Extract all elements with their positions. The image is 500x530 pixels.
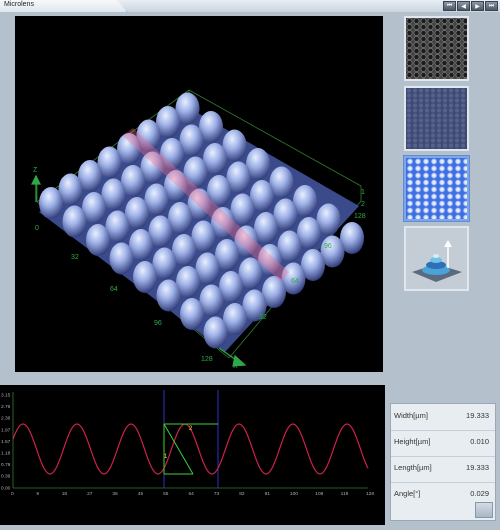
profile-x-tick: 9 <box>36 491 39 497</box>
profile-svg: 3.152.762.361.971.571.180.790.390.000 9 18… <box>1 390 374 497</box>
y-tick: 64 <box>291 278 299 285</box>
length-value: 19.333 <box>466 463 489 472</box>
3d-view-thumbnail[interactable] <box>404 226 469 291</box>
length-label: Length[µm] <box>394 463 432 472</box>
3d-surface-plot: Z X 0 32 64 96 128 32 64 96 128 1 2 <box>31 89 366 370</box>
window-nav-buttons: ⏮ ◀ ▶ ⏭ <box>443 1 498 11</box>
profile-y-tick: 0.00 <box>1 485 11 491</box>
optical-image-thumbnail[interactable] <box>404 86 469 151</box>
profile-x-tick: 36 <box>112 491 118 497</box>
profile-y-tick: 1.57 <box>1 439 11 445</box>
profile-x-tick: 45 <box>138 491 144 497</box>
profile-y-tick: 2.76 <box>1 404 11 410</box>
microlens-bump <box>39 187 63 219</box>
measurement-panel: Width[µm] 19.333 Height[µm] 0.010 Length… <box>390 403 496 521</box>
microlens-bump <box>180 298 204 330</box>
height-map-icon <box>406 158 467 219</box>
profile-x-tick: 82 <box>239 491 245 497</box>
height-value: 0.010 <box>470 437 489 446</box>
angle-row: Angle[°] 0.029 <box>391 484 495 502</box>
height-map-thumbnail[interactable] <box>404 156 469 221</box>
profile-x-tick: 100 <box>290 491 298 497</box>
copy-icon[interactable] <box>475 502 493 518</box>
sem-image-icon <box>406 18 467 79</box>
profile-x-tick: 119 <box>341 491 349 497</box>
3d-view-icon <box>406 228 467 289</box>
height-label: Height[µm] <box>394 437 431 446</box>
z-tick: 2 <box>361 201 365 208</box>
profile-x-tick: 55 <box>163 491 169 497</box>
angle-label: Angle[°] <box>394 489 421 498</box>
profile-y-tick: 3.15 <box>1 393 11 399</box>
profile-x-tick: 91 <box>265 491 271 497</box>
prev-icon[interactable]: ◀ <box>457 1 470 11</box>
last-icon[interactable]: ⏭ <box>485 1 498 11</box>
optical-image-icon <box>406 88 467 149</box>
x-tick: 0 <box>35 225 39 232</box>
profile-y-tick: 0.79 <box>1 462 11 468</box>
profile-y-tick: 0.39 <box>1 474 11 480</box>
z-tick: 1 <box>361 189 365 196</box>
length-row: Length[µm] 19.333 <box>391 458 495 476</box>
width-row: Width[µm] 19.333 <box>391 406 495 424</box>
microlens-bump <box>62 205 87 238</box>
microlens-bump <box>109 242 134 275</box>
profile-x-tick: 128 <box>366 491 374 497</box>
first-icon[interactable]: ⏮ <box>443 1 456 11</box>
title-bar: Microlens ⏮ ◀ ▶ ⏭ <box>0 0 500 12</box>
3d-surface-view[interactable]: Z X 0 32 64 96 128 32 64 96 128 1 2 <box>15 16 383 372</box>
marker-2-label: 2 <box>189 426 193 432</box>
profile-y-tick: 1.18 <box>1 451 11 457</box>
profile-x-tick: 73 <box>214 491 220 497</box>
x-tick: 128 <box>201 356 213 363</box>
profile-y-tick: 1.97 <box>1 427 11 433</box>
microlens-bump <box>203 316 228 349</box>
profile-x-tick: 18 <box>62 491 68 497</box>
document-tab[interactable]: Microlens <box>0 0 127 12</box>
x-tick: 96 <box>154 320 162 327</box>
next-icon[interactable]: ▶ <box>471 1 484 11</box>
window-title: Microlens <box>4 1 34 8</box>
profile-x-tick: 27 <box>87 491 93 497</box>
sem-image-thumbnail[interactable] <box>404 16 469 81</box>
x-tick: 32 <box>71 254 79 261</box>
profile-x-tick: 0 <box>11 491 14 497</box>
microlens-bump <box>156 279 181 312</box>
width-value: 19.333 <box>466 411 489 420</box>
microlens-bump <box>133 261 157 293</box>
width-label: Width[µm] <box>394 411 428 420</box>
y-tick: 128 <box>354 213 366 220</box>
profile-y-tick: 2.36 <box>1 416 11 422</box>
microlens-bump <box>86 224 110 256</box>
line-profile-plot[interactable]: 3.15 2.76 2.36 1.97 1.57 1.18 0.79 0.39 0.00 0 9 18… <box>0 385 385 525</box>
x-tick: 64 <box>110 286 118 293</box>
profile-x-tick: 64 <box>189 491 195 497</box>
height-row: Height[µm] 0.010 <box>391 432 495 450</box>
profile-x-tick: 109 <box>315 491 323 497</box>
y-tick: 32 <box>259 314 267 321</box>
y-tick: 96 <box>324 243 332 250</box>
z-axis-label: Z <box>33 167 38 174</box>
angle-value: 0.029 <box>470 489 489 498</box>
